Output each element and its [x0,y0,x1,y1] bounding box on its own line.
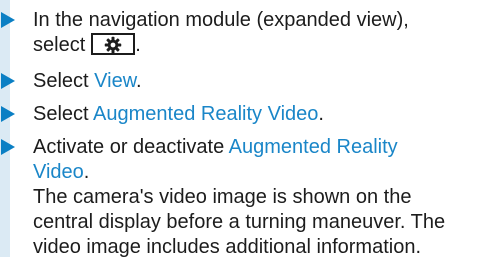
step-4-line-2: Video. [33,160,89,184]
step-1-line-2: select . [33,33,141,57]
step-2-line: Select View. [33,69,142,93]
settings-button-box [91,33,136,56]
view-menu-link[interactable]: View [94,70,136,92]
augmented-reality-video-toggle-link[interactable]: Augmented Reality [229,136,398,158]
step-2-prefix: Select [33,70,95,92]
step-4-note-line-2: central display before a turning maneuve… [33,211,446,233]
step-arrow-icon [1,106,15,122]
step-3-line: Select Augmented Reality Video. [33,102,324,126]
augmented-reality-video-link[interactable]: Augmented Reality Video [93,103,318,125]
step-3-suffix: . [318,103,324,125]
gear-icon [105,36,122,54]
step-arrow-icon [1,73,15,89]
step-4-note-line-3: video image includes additional informat… [33,236,422,258]
step-2-suffix: . [136,70,142,92]
step-4-prefix: Activate or deactivate [33,136,229,158]
step-arrow-icon [1,139,15,155]
instruction-steps: In the navigation module (expanded view)… [0,0,482,258]
step-arrow-icon [1,12,15,28]
step-4-suffix: . [83,161,90,183]
step-1-line-1: In the navigation module (expanded view)… [33,9,409,31]
step-4-note-line-1: The camera's video image is shown on the [33,186,412,208]
side-bar [0,0,10,257]
step-3-prefix: Select [33,103,94,125]
augmented-reality-video-toggle-link-continued[interactable]: Video [33,161,84,183]
step-1-trailing: . [135,34,141,56]
step-1-select-text: select [33,34,86,56]
step-4-line-1: Activate or deactivate Augmented Reality [33,135,398,159]
